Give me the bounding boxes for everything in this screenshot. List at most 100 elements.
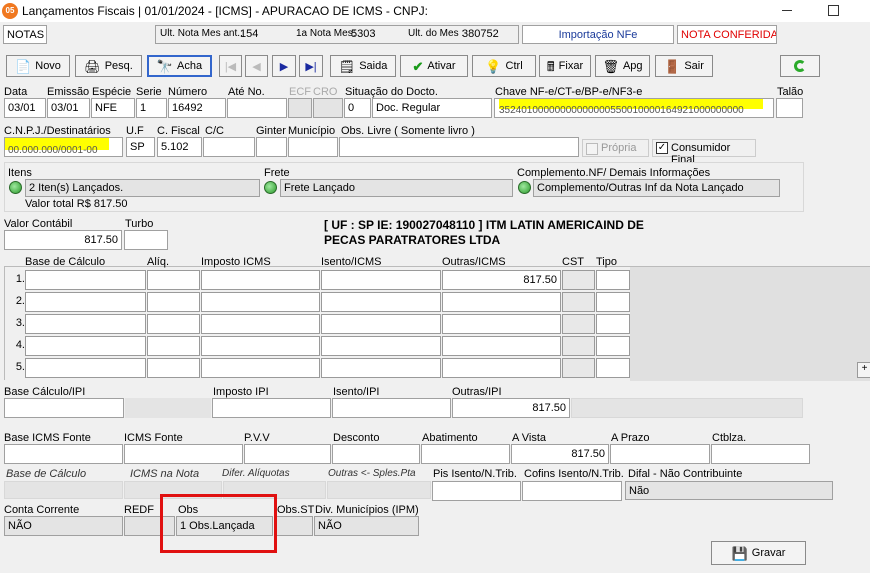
novo-button[interactable]: 📄 Novo: [6, 55, 70, 77]
icms-cell-isento[interactable]: [321, 292, 441, 312]
data-label: Data: [4, 86, 28, 98]
especie-field[interactable]: NFE: [91, 98, 135, 118]
isento-ipi-field[interactable]: [332, 398, 451, 418]
base-ipi-field[interactable]: [4, 398, 124, 418]
acha-button[interactable]: 🔭 Acha: [147, 55, 212, 77]
apg-button[interactable]: 🗑 Apg: [595, 55, 650, 77]
obs-livre-field[interactable]: [339, 137, 579, 157]
icms-cell-outras[interactable]: 817.50: [442, 270, 561, 290]
pvv-field[interactable]: [244, 444, 331, 464]
difal-base-field: [4, 481, 123, 499]
cc-field[interactable]: [203, 137, 255, 157]
icms-cell-aliq[interactable]: [147, 314, 200, 334]
icms-cell-aliq[interactable]: [147, 292, 200, 312]
gravar-button[interactable]: 💾 Gravar: [711, 541, 806, 565]
icms-cell-base[interactable]: [25, 314, 146, 334]
icms-cell-cst[interactable]: [562, 358, 595, 378]
desconto-field[interactable]: [332, 444, 420, 464]
icms-cell-cst[interactable]: [562, 314, 595, 334]
icms-cell-outras[interactable]: [442, 292, 561, 312]
icms-cell-tipo[interactable]: [596, 270, 630, 290]
icms-cell-tipo[interactable]: [596, 336, 630, 356]
ativar-button[interactable]: ✔ Ativar: [400, 55, 468, 77]
first-record-button[interactable]: |◀: [219, 55, 242, 77]
a-vista-field[interactable]: 817.50: [511, 444, 609, 464]
ctrl-button[interactable]: 💡 Ctrl: [472, 55, 536, 77]
icms-cell-cst[interactable]: [562, 292, 595, 312]
icms-cell-tipo[interactable]: [596, 314, 630, 334]
numero-field[interactable]: 16492: [168, 98, 226, 118]
icms-cell-outras[interactable]: [442, 336, 561, 356]
a-prazo-field[interactable]: [610, 444, 710, 464]
maximize-icon[interactable]: [828, 5, 839, 16]
turbo-field[interactable]: [124, 230, 168, 250]
pis-field[interactable]: [432, 481, 521, 501]
fixar-button[interactable]: 🖩 Fixar: [539, 55, 591, 77]
ate-no-field[interactable]: [227, 98, 287, 118]
municipio-field[interactable]: [288, 137, 338, 157]
conta-corrente-field[interactable]: NÃO: [4, 516, 123, 536]
icms-cell-imposto[interactable]: [201, 314, 320, 334]
propria-checkbox[interactable]: Própria: [582, 139, 649, 157]
frete-field[interactable]: Frete Lançado: [280, 179, 513, 197]
uf-field[interactable]: SP: [126, 137, 155, 157]
icms-cell-imposto[interactable]: [201, 270, 320, 290]
serie-field[interactable]: 1: [136, 98, 167, 118]
icms-cell-base[interactable]: [25, 292, 146, 312]
itens-field[interactable]: 2 Iten(s) Lançados.: [25, 179, 260, 197]
icms-fonte-field[interactable]: [124, 444, 243, 464]
minimize-icon[interactable]: [782, 10, 792, 11]
icms-cell-outras[interactable]: [442, 314, 561, 334]
icms-cell-base[interactable]: [25, 270, 146, 290]
icms-cell-base[interactable]: [25, 358, 146, 378]
emissao-field[interactable]: 03/01: [47, 98, 90, 118]
icms-cell-imposto[interactable]: [201, 292, 320, 312]
icms-cell-tipo[interactable]: [596, 292, 630, 312]
cnpj-field[interactable]: 00.000.000/0001-00: [4, 137, 123, 157]
icms-cell-aliq[interactable]: [147, 336, 200, 356]
abatimento-field[interactable]: [421, 444, 510, 464]
icms-cell-cst[interactable]: [562, 336, 595, 356]
next-record-button[interactable]: ▶: [272, 55, 296, 77]
table-expand-button[interactable]: +: [857, 362, 870, 378]
valor-contabil-field[interactable]: 817.50: [4, 230, 122, 250]
icms-cell-outras[interactable]: [442, 358, 561, 378]
talao-field[interactable]: [776, 98, 803, 118]
situacao-code-field[interactable]: 0: [344, 98, 371, 118]
importacao-nfe-button[interactable]: Importação NFe: [522, 25, 674, 44]
icms-cell-base[interactable]: [25, 336, 146, 356]
ginter-field[interactable]: [256, 137, 287, 157]
refresh-button[interactable]: [780, 55, 820, 77]
div-municipios-field[interactable]: NÃO: [314, 516, 419, 536]
saida-button[interactable]: 🗒 Saida: [330, 55, 396, 77]
prev-record-button[interactable]: ◀: [245, 55, 268, 77]
pesq-button[interactable]: 🖨 Pesq.: [75, 55, 142, 77]
last-record-button[interactable]: ▶|: [299, 55, 323, 77]
icms-cell-isento[interactable]: [321, 358, 441, 378]
col-isento-icms: Isento/ICMS: [321, 256, 382, 268]
icms-cell-aliq[interactable]: [147, 358, 200, 378]
consumidor-final-checkbox[interactable]: ✓ Consumidor Final: [652, 139, 756, 166]
icms-cell-isento[interactable]: [321, 314, 441, 334]
data-field[interactable]: 03/01: [4, 98, 46, 118]
outras-ipi-field[interactable]: 817.50: [452, 398, 570, 418]
chave-field[interactable]: 3524010000000000000055001000016492100000…: [494, 98, 774, 118]
icms-cell-aliq[interactable]: [147, 270, 200, 290]
sair-button[interactable]: 🚪 Sair: [655, 55, 713, 77]
imposto-ipi-field[interactable]: [212, 398, 331, 418]
obs-st-field[interactable]: [274, 516, 313, 536]
exit-list-icon: 🗒: [338, 58, 356, 74]
icms-cell-imposto[interactable]: [201, 336, 320, 356]
icms-cell-tipo[interactable]: [596, 358, 630, 378]
icms-cell-isento[interactable]: [321, 336, 441, 356]
base-icms-fonte-field[interactable]: [4, 444, 123, 464]
cfiscal-field[interactable]: 5.102: [157, 137, 202, 157]
situacao-desc-field[interactable]: Doc. Regular: [372, 98, 492, 118]
difal-field[interactable]: Não: [625, 481, 833, 500]
complemento-field[interactable]: Complemento/Outras Inf da Nota Lançado: [533, 179, 780, 197]
icms-cell-isento[interactable]: [321, 270, 441, 290]
ctblza-field[interactable]: [711, 444, 810, 464]
cofins-field[interactable]: [522, 481, 622, 501]
icms-cell-imposto[interactable]: [201, 358, 320, 378]
icms-cell-cst[interactable]: [562, 270, 595, 290]
